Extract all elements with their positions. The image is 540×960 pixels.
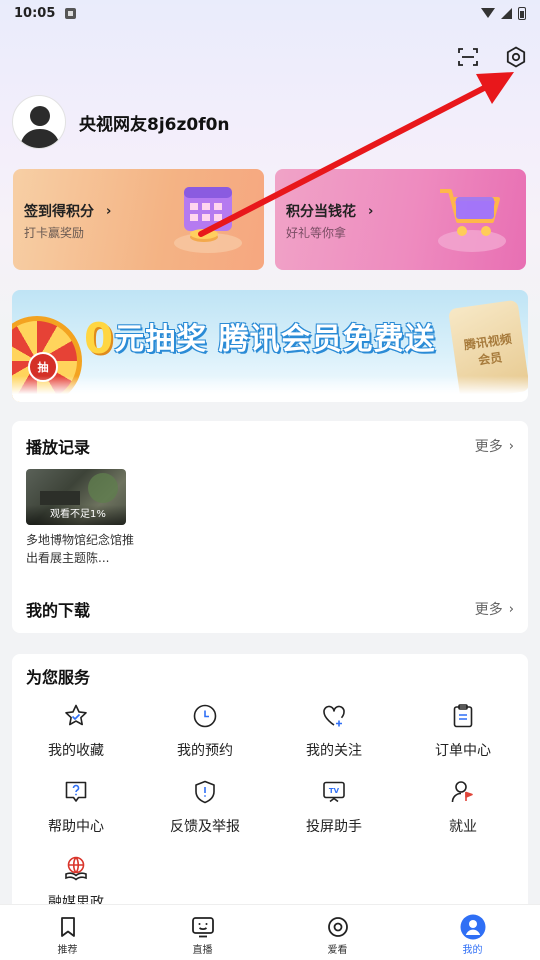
heart-plus-icon	[320, 702, 348, 730]
service-orders[interactable]: 订单中心	[399, 698, 527, 768]
wifi-icon	[481, 8, 495, 18]
clipboard-icon	[449, 702, 477, 730]
check-in-title-text: 签到得积分	[24, 204, 94, 220]
banner-snow	[12, 376, 528, 402]
services-title: 为您服务	[26, 668, 91, 687]
service-label: 我的收藏	[48, 743, 104, 759]
tv-face-icon	[191, 915, 215, 939]
chevron-right-icon: ›	[368, 203, 374, 219]
settings-button[interactable]	[492, 40, 540, 74]
clock-icon	[191, 702, 219, 730]
play-history-more-link[interactable]: 更多 ›	[475, 436, 514, 456]
watch-progress-label: 观看不足1%	[26, 505, 126, 525]
service-label: 就业	[449, 819, 477, 835]
header-actions	[444, 40, 540, 74]
points-title-text: 积分当钱花	[286, 204, 356, 220]
more-label: 更多	[474, 602, 503, 618]
status-time: 10:05	[14, 5, 56, 21]
employment-icon	[449, 778, 477, 806]
chevron-right-icon: ›	[508, 601, 514, 617]
thumbnail-bench	[40, 491, 80, 505]
globe-book-icon	[62, 854, 90, 882]
tv-cast-icon: TV	[320, 778, 348, 806]
tab-label: 我的	[462, 945, 483, 956]
service-label: 我的关注	[306, 743, 362, 759]
banner-zero: 0	[84, 314, 115, 363]
svg-text:TV: TV	[329, 787, 340, 795]
tab-label: 推荐	[57, 945, 78, 956]
tab-label: 爱看	[327, 945, 348, 956]
profile-icon	[460, 914, 486, 940]
bottom-tab-bar: 推荐 直播 爱看 我的	[0, 904, 540, 960]
service-reservations[interactable]: 我的预约	[141, 698, 269, 768]
banner-headline: 0元抽奖 腾讯会员免费送	[84, 314, 436, 363]
default-avatar-icon	[20, 106, 60, 148]
notification-icon	[65, 7, 77, 19]
play-history-section: 播放记录 更多 › 观看不足1% 多地博物馆纪念馆推出看展主题陈... 我的下载…	[12, 421, 528, 633]
service-follows[interactable]: 我的关注	[270, 698, 398, 768]
thumbnail-tree	[88, 473, 118, 503]
service-label: 投屏助手	[306, 819, 362, 835]
chevron-right-icon: ›	[508, 438, 514, 454]
tab-watch[interactable]: 爱看	[270, 905, 405, 960]
downloads-header[interactable]: 我的下载 更多 ›	[12, 588, 528, 630]
service-label: 订单中心	[435, 743, 491, 759]
more-label: 更多	[474, 439, 503, 455]
avatar[interactable]	[12, 95, 66, 149]
settings-icon	[506, 46, 526, 68]
user-profile[interactable]: 央视网友8j6z0f0n	[12, 95, 230, 149]
video-title[interactable]: 多地博物馆纪念馆推出看展主题陈...	[26, 531, 136, 567]
service-label: 帮助中心	[48, 819, 104, 835]
battery-icon	[518, 6, 526, 20]
signal-icon	[501, 7, 512, 19]
bookmark-icon	[58, 915, 78, 939]
status-bar: 10:05	[0, 0, 540, 26]
promo-banner[interactable]: 抽 0元抽奖 腾讯会员免费送 腾讯视频 会员	[12, 290, 528, 402]
service-feedback[interactable]: 反馈及举报	[141, 774, 269, 844]
service-label: 我的预约	[177, 743, 233, 759]
scan-icon	[458, 48, 478, 66]
banner-headline-text: 元抽奖 腾讯会员免费送	[114, 322, 436, 357]
services-section: 为您服务 我的收藏 我的预约 我的关注 订单中心 帮助中心 反馈及举报 TV 投…	[12, 654, 528, 914]
status-indicators	[481, 6, 526, 20]
calendar-icon	[174, 187, 242, 253]
tab-recommend[interactable]: 推荐	[0, 905, 135, 960]
tab-label: 直播	[192, 945, 213, 956]
downloads-more-link[interactable]: 更多 ›	[475, 599, 514, 619]
play-history-title: 播放记录	[26, 438, 91, 457]
chevron-right-icon: ›	[106, 203, 112, 219]
promo-cards: 签到得积分 › 打卡赢奖励 积分当钱花 › 好礼等你拿	[13, 169, 526, 270]
tab-mine[interactable]: 我的	[405, 905, 540, 960]
services-header: 为您服务	[12, 654, 528, 698]
shield-alert-icon	[191, 778, 219, 806]
tab-live[interactable]: 直播	[135, 905, 270, 960]
star-icon	[62, 702, 90, 730]
points-card[interactable]: 积分当钱花 › 好礼等你拿	[275, 169, 526, 270]
downloads-title: 我的下载	[26, 601, 91, 620]
check-in-card[interactable]: 签到得积分 › 打卡赢奖励	[13, 169, 264, 270]
username: 央视网友8j6z0f0n	[79, 114, 230, 135]
shopping-cart-icon	[438, 189, 506, 252]
service-employment[interactable]: 就业	[399, 774, 527, 844]
scan-button[interactable]	[444, 40, 492, 74]
play-history-header: 播放记录 更多 ›	[12, 421, 528, 469]
service-help[interactable]: 帮助中心	[12, 774, 140, 844]
help-icon	[62, 778, 90, 806]
vip-card-line2: 会员	[477, 350, 504, 368]
service-label: 反馈及举报	[170, 819, 240, 835]
target-icon	[327, 915, 349, 939]
service-cast[interactable]: TV 投屏助手	[270, 774, 398, 844]
service-favorites[interactable]: 我的收藏	[12, 698, 140, 768]
video-thumbnail[interactable]: 观看不足1%	[26, 469, 126, 525]
